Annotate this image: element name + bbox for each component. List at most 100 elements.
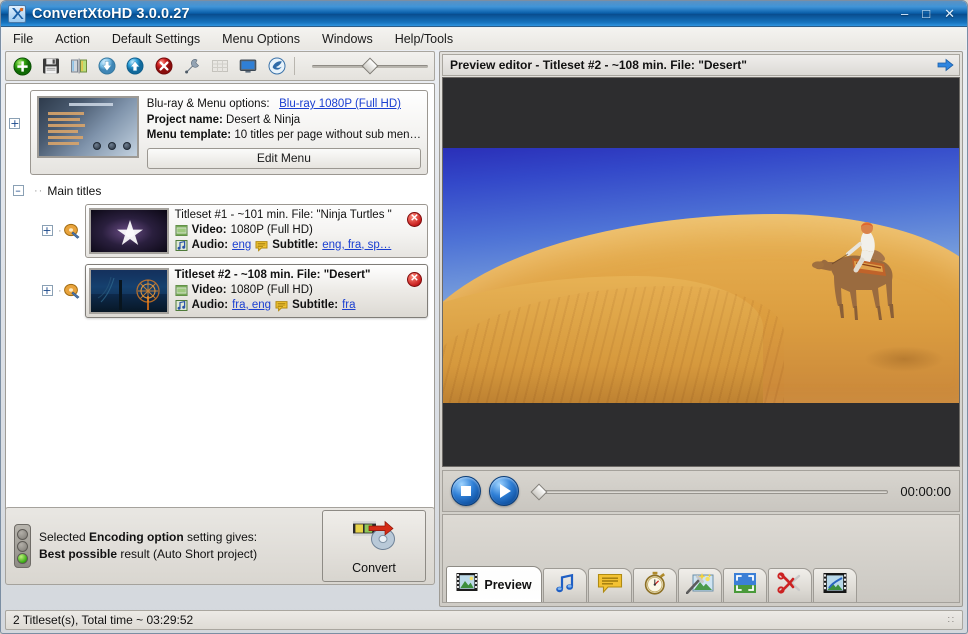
tab-chapters[interactable]: [633, 568, 677, 602]
project-name-label: Project name:: [147, 114, 223, 126]
convert-button[interactable]: Convert: [322, 510, 426, 582]
play-icon: [500, 484, 511, 498]
menu-menu-options[interactable]: Menu Options: [221, 30, 301, 48]
project-tree-pane[interactable]: +: [5, 83, 435, 521]
playback-controls: 00:00:00: [442, 470, 960, 512]
menu-windows[interactable]: Windows: [321, 30, 374, 48]
tab-preview[interactable]: Preview: [446, 566, 542, 602]
settings-button[interactable]: [181, 55, 202, 77]
seek-slider[interactable]: [531, 480, 888, 502]
camel-shadow: [864, 346, 944, 372]
titleset-1-subtitle-value[interactable]: eng, fra, sp…: [322, 238, 391, 253]
window-title: ConvertXtoHD 3.0.0.27: [32, 6, 190, 22]
desert-camel-photo: [443, 148, 959, 403]
titleset-2-subtitle-value[interactable]: fra: [342, 298, 355, 313]
tab-aspect[interactable]: [723, 568, 767, 602]
titleset-1-expander[interactable]: +: [42, 225, 53, 236]
monitor-button[interactable]: [238, 55, 259, 77]
edit-menu-button[interactable]: Edit Menu: [147, 148, 421, 169]
blue-arrow-right-icon[interactable]: [936, 57, 955, 74]
encoding-line2-post: result (Auto Short project): [117, 547, 257, 561]
menu-default-settings[interactable]: Default Settings: [111, 30, 201, 48]
status-text: 2 Titleset(s), Total time ~ 03:29:52: [13, 613, 193, 627]
project-card[interactable]: Blu-ray & Menu options: Blu-ray 1080P (F…: [30, 90, 428, 175]
traffic-light-indicator: [14, 524, 31, 568]
status-bar: 2 Titleset(s), Total time ~ 03:29:52 ∷: [5, 610, 963, 630]
split-title-button[interactable]: [68, 55, 89, 77]
video-icon: [175, 224, 188, 237]
stop-button[interactable]: [451, 476, 481, 506]
menu-file[interactable]: File: [12, 30, 34, 48]
titleset-1-audio-line: Audio: eng Subtitle: eng, fra, sp…: [175, 238, 402, 253]
main-content: +: [5, 51, 963, 607]
titleset-2-audio-label: Audio:: [192, 298, 228, 313]
titleset-2-thumbnail: [89, 268, 169, 314]
tab-subtitles[interactable]: [588, 568, 632, 602]
menu-template-value: 10 titles per page without sub men…: [234, 129, 421, 141]
project-info: Blu-ray & Menu options: Blu-ray 1080P (F…: [147, 96, 421, 169]
move-down-button[interactable]: [97, 55, 118, 77]
preview-video-area[interactable]: [442, 77, 960, 467]
move-up-button[interactable]: [125, 55, 146, 77]
scissors-icon: [777, 572, 803, 599]
titleset-1-title: Titleset #1 - ~101 min. File: "Ninja Tur…: [175, 208, 402, 223]
encoding-panel: Selected Encoding option setting gives: …: [5, 507, 435, 585]
menu-template-label: Menu template:: [147, 129, 231, 141]
titleset-2-meta: Titleset #2 - ~108 min. File: "Desert" V…: [175, 268, 424, 314]
titleset-2-video-line: Video: 1080P (Full HD): [175, 283, 402, 298]
menu-help-tools[interactable]: Help/Tools: [394, 30, 454, 48]
menu-thumb-line: [48, 124, 85, 127]
tab-video[interactable]: [813, 568, 857, 602]
letterbox-top: [443, 78, 959, 148]
project-name-value: Desert & Ninja: [226, 114, 300, 126]
titleset-2-expander[interactable]: +: [42, 285, 53, 296]
seek-track: [541, 490, 888, 494]
disc-icon: [63, 223, 81, 239]
titleset-1-delete-button[interactable]: ✕: [407, 212, 422, 227]
application-window: ConvertXtoHD 3.0.0.27 – □ ✕ File Action …: [0, 0, 968, 634]
bluray-options-link[interactable]: Blu-ray 1080P (Full HD): [279, 98, 401, 110]
seek-handle[interactable]: [531, 484, 548, 501]
convert-icon: [352, 518, 396, 557]
toolbar-slider[interactable]: [312, 55, 428, 77]
project-name-line: Project name: Desert & Ninja: [147, 113, 421, 129]
save-project-button[interactable]: [40, 55, 61, 77]
play-button[interactable]: [489, 476, 519, 506]
maximize-button[interactable]: □: [922, 7, 930, 20]
minimize-button[interactable]: –: [901, 7, 908, 20]
titleset-2-audio-value[interactable]: fra, eng: [232, 298, 271, 313]
titleset-2-delete-button[interactable]: ✕: [407, 272, 422, 287]
project-expander[interactable]: +: [9, 118, 20, 129]
add-files-button[interactable]: [12, 55, 33, 77]
close-button[interactable]: ✕: [944, 7, 955, 20]
tree-connector: ··: [34, 185, 43, 197]
table-row[interactable]: + ·: [6, 258, 434, 318]
titleset-card-2[interactable]: Titleset #2 - ~108 min. File: "Desert" V…: [85, 264, 428, 318]
titleset-1-audio-value[interactable]: eng: [232, 238, 251, 253]
traffic-light-yellow: [17, 541, 28, 552]
titleset-1-video-value: 1080P (Full HD): [231, 223, 313, 238]
title-bar: ConvertXtoHD 3.0.0.27 – □ ✕: [1, 1, 967, 27]
tab-effects[interactable]: [678, 568, 722, 602]
slider-handle[interactable]: [362, 58, 379, 75]
preview-header-title: Preview editor - Titleset #2 - ~108 min.…: [450, 58, 747, 72]
audio-icon: [175, 239, 188, 252]
disc-icon: [63, 283, 81, 299]
resize-frame-icon: [733, 572, 757, 599]
browser-button[interactable]: [266, 55, 287, 77]
titleset-2-video-value: 1080P (Full HD): [231, 283, 313, 298]
menu-bar: File Action Default Settings Menu Option…: [2, 28, 966, 50]
tab-cut[interactable]: [768, 568, 812, 602]
titleset-1-meta: Titleset #1 - ~101 min. File: "Ninja Tur…: [175, 208, 424, 254]
resize-grip-icon[interactable]: ∷: [948, 615, 955, 626]
main-titles-expander[interactable]: –: [13, 185, 24, 196]
menu-action[interactable]: Action: [54, 30, 91, 48]
grid-view-button: [210, 55, 231, 77]
table-row[interactable]: + ·: [6, 198, 434, 258]
magic-wand-image-icon: [686, 572, 714, 599]
tab-audio[interactable]: [543, 568, 587, 602]
titleset-2-title: Titleset #2 - ~108 min. File: "Desert": [175, 268, 402, 283]
titleset-1-subtitle-label: Subtitle:: [272, 238, 318, 253]
titleset-card-1[interactable]: Titleset #1 - ~101 min. File: "Ninja Tur…: [85, 204, 428, 258]
delete-button[interactable]: [153, 55, 174, 77]
